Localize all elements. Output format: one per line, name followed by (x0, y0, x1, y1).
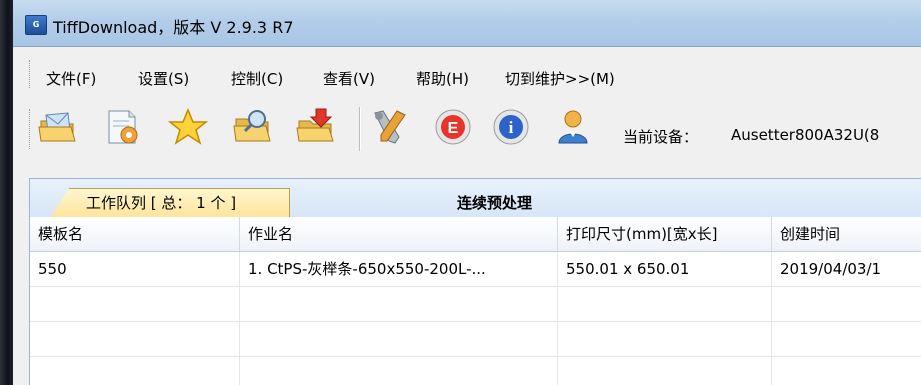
tab-panel: 工作队列 [ 总： 1 个 ] 连续预处理 模板名 作业名 打印尺寸(mm)[宽… (29, 178, 921, 385)
empty-cell (30, 322, 240, 356)
empty-cell (30, 287, 240, 321)
tab-work-queue-label[interactable]: 工作队列 [ 总： 1 个 ] (86, 192, 236, 213)
tools-icon[interactable] (369, 107, 409, 147)
column-job-name[interactable]: 作业名 (240, 217, 558, 251)
column-created-time[interactable]: 创建时间 (772, 217, 921, 251)
document-settings-icon[interactable] (103, 107, 143, 147)
toolbar: E i 当前设备： Ausetter800A32U(8 (13, 99, 921, 157)
cell-job-name: 1. CtPS-灰榉条-650x550-200L-... (240, 252, 558, 286)
table-row-empty (30, 322, 921, 357)
desktop-background-edge (0, 0, 13, 385)
folder-download-icon[interactable] (296, 107, 336, 147)
favorite-star-icon[interactable] (167, 107, 209, 147)
empty-cell (772, 322, 921, 356)
empty-cell (30, 357, 240, 385)
e-circle-icon[interactable]: E (433, 107, 473, 147)
app-window: G TiffDownload，版本 V 2.9.3 R7 文件(F) 设置(S)… (13, 0, 921, 385)
cell-template-name: 550 (30, 252, 240, 286)
empty-cell (240, 322, 558, 356)
menu-file[interactable]: 文件(F) (46, 68, 96, 89)
menu-control[interactable]: 控制(C) (231, 68, 283, 89)
table-row-empty (30, 287, 921, 322)
menu-bar: 文件(F) 设置(S) 控制(C) 查看(V) 帮助(H) 切到维护>>(M) (13, 47, 921, 99)
empty-cell (558, 287, 772, 321)
cell-print-size: 550.01 x 650.01 (558, 252, 772, 286)
user-icon[interactable] (553, 107, 593, 147)
job-table: 模板名 作业名 打印尺寸(mm)[宽x长] 创建时间 550 1. CtPS-灰… (30, 217, 921, 385)
window-title: TiffDownload，版本 V 2.9.3 R7 (53, 18, 294, 37)
svg-text:E: E (448, 120, 459, 137)
column-print-size[interactable]: 打印尺寸(mm)[宽x长] (558, 217, 772, 251)
app-icon[interactable]: G (25, 15, 47, 35)
empty-cell (772, 357, 921, 385)
title-bar[interactable]: G TiffDownload，版本 V 2.9.3 R7 (13, 0, 921, 47)
open-folder-mail-icon[interactable] (38, 107, 78, 147)
svg-text:i: i (509, 118, 514, 137)
folder-search-icon[interactable] (233, 107, 273, 147)
toolbar-grip (29, 109, 33, 149)
table-row-empty (30, 357, 921, 385)
column-template-name[interactable]: 模板名 (30, 217, 240, 251)
tab-continuous-preprocess[interactable]: 连续预处理 (457, 192, 532, 213)
menu-switch-maintenance[interactable]: 切到维护>>(M) (505, 68, 615, 89)
table-row[interactable]: 550 1. CtPS-灰榉条-650x550-200L-... 550.01 … (30, 252, 921, 287)
empty-cell (558, 357, 772, 385)
empty-cell (772, 287, 921, 321)
table-header: 模板名 作业名 打印尺寸(mm)[宽x长] 创建时间 (30, 217, 921, 252)
empty-cell (558, 322, 772, 356)
cell-created-time: 2019/04/03/1 (772, 252, 921, 286)
current-device-label: 当前设备： (623, 128, 699, 146)
empty-cell (240, 287, 558, 321)
toolbar-separator (359, 107, 361, 151)
current-device-value: Ausetter800A32U(8 (731, 126, 880, 144)
menu-grip (29, 60, 33, 88)
info-icon[interactable]: i (491, 107, 531, 147)
empty-cell (240, 357, 558, 385)
menu-settings[interactable]: 设置(S) (138, 68, 189, 89)
tab-strip: 工作队列 [ 总： 1 个 ] 连续预处理 (30, 179, 921, 218)
menu-view[interactable]: 查看(V) (323, 68, 375, 89)
menu-help[interactable]: 帮助(H) (416, 68, 469, 89)
